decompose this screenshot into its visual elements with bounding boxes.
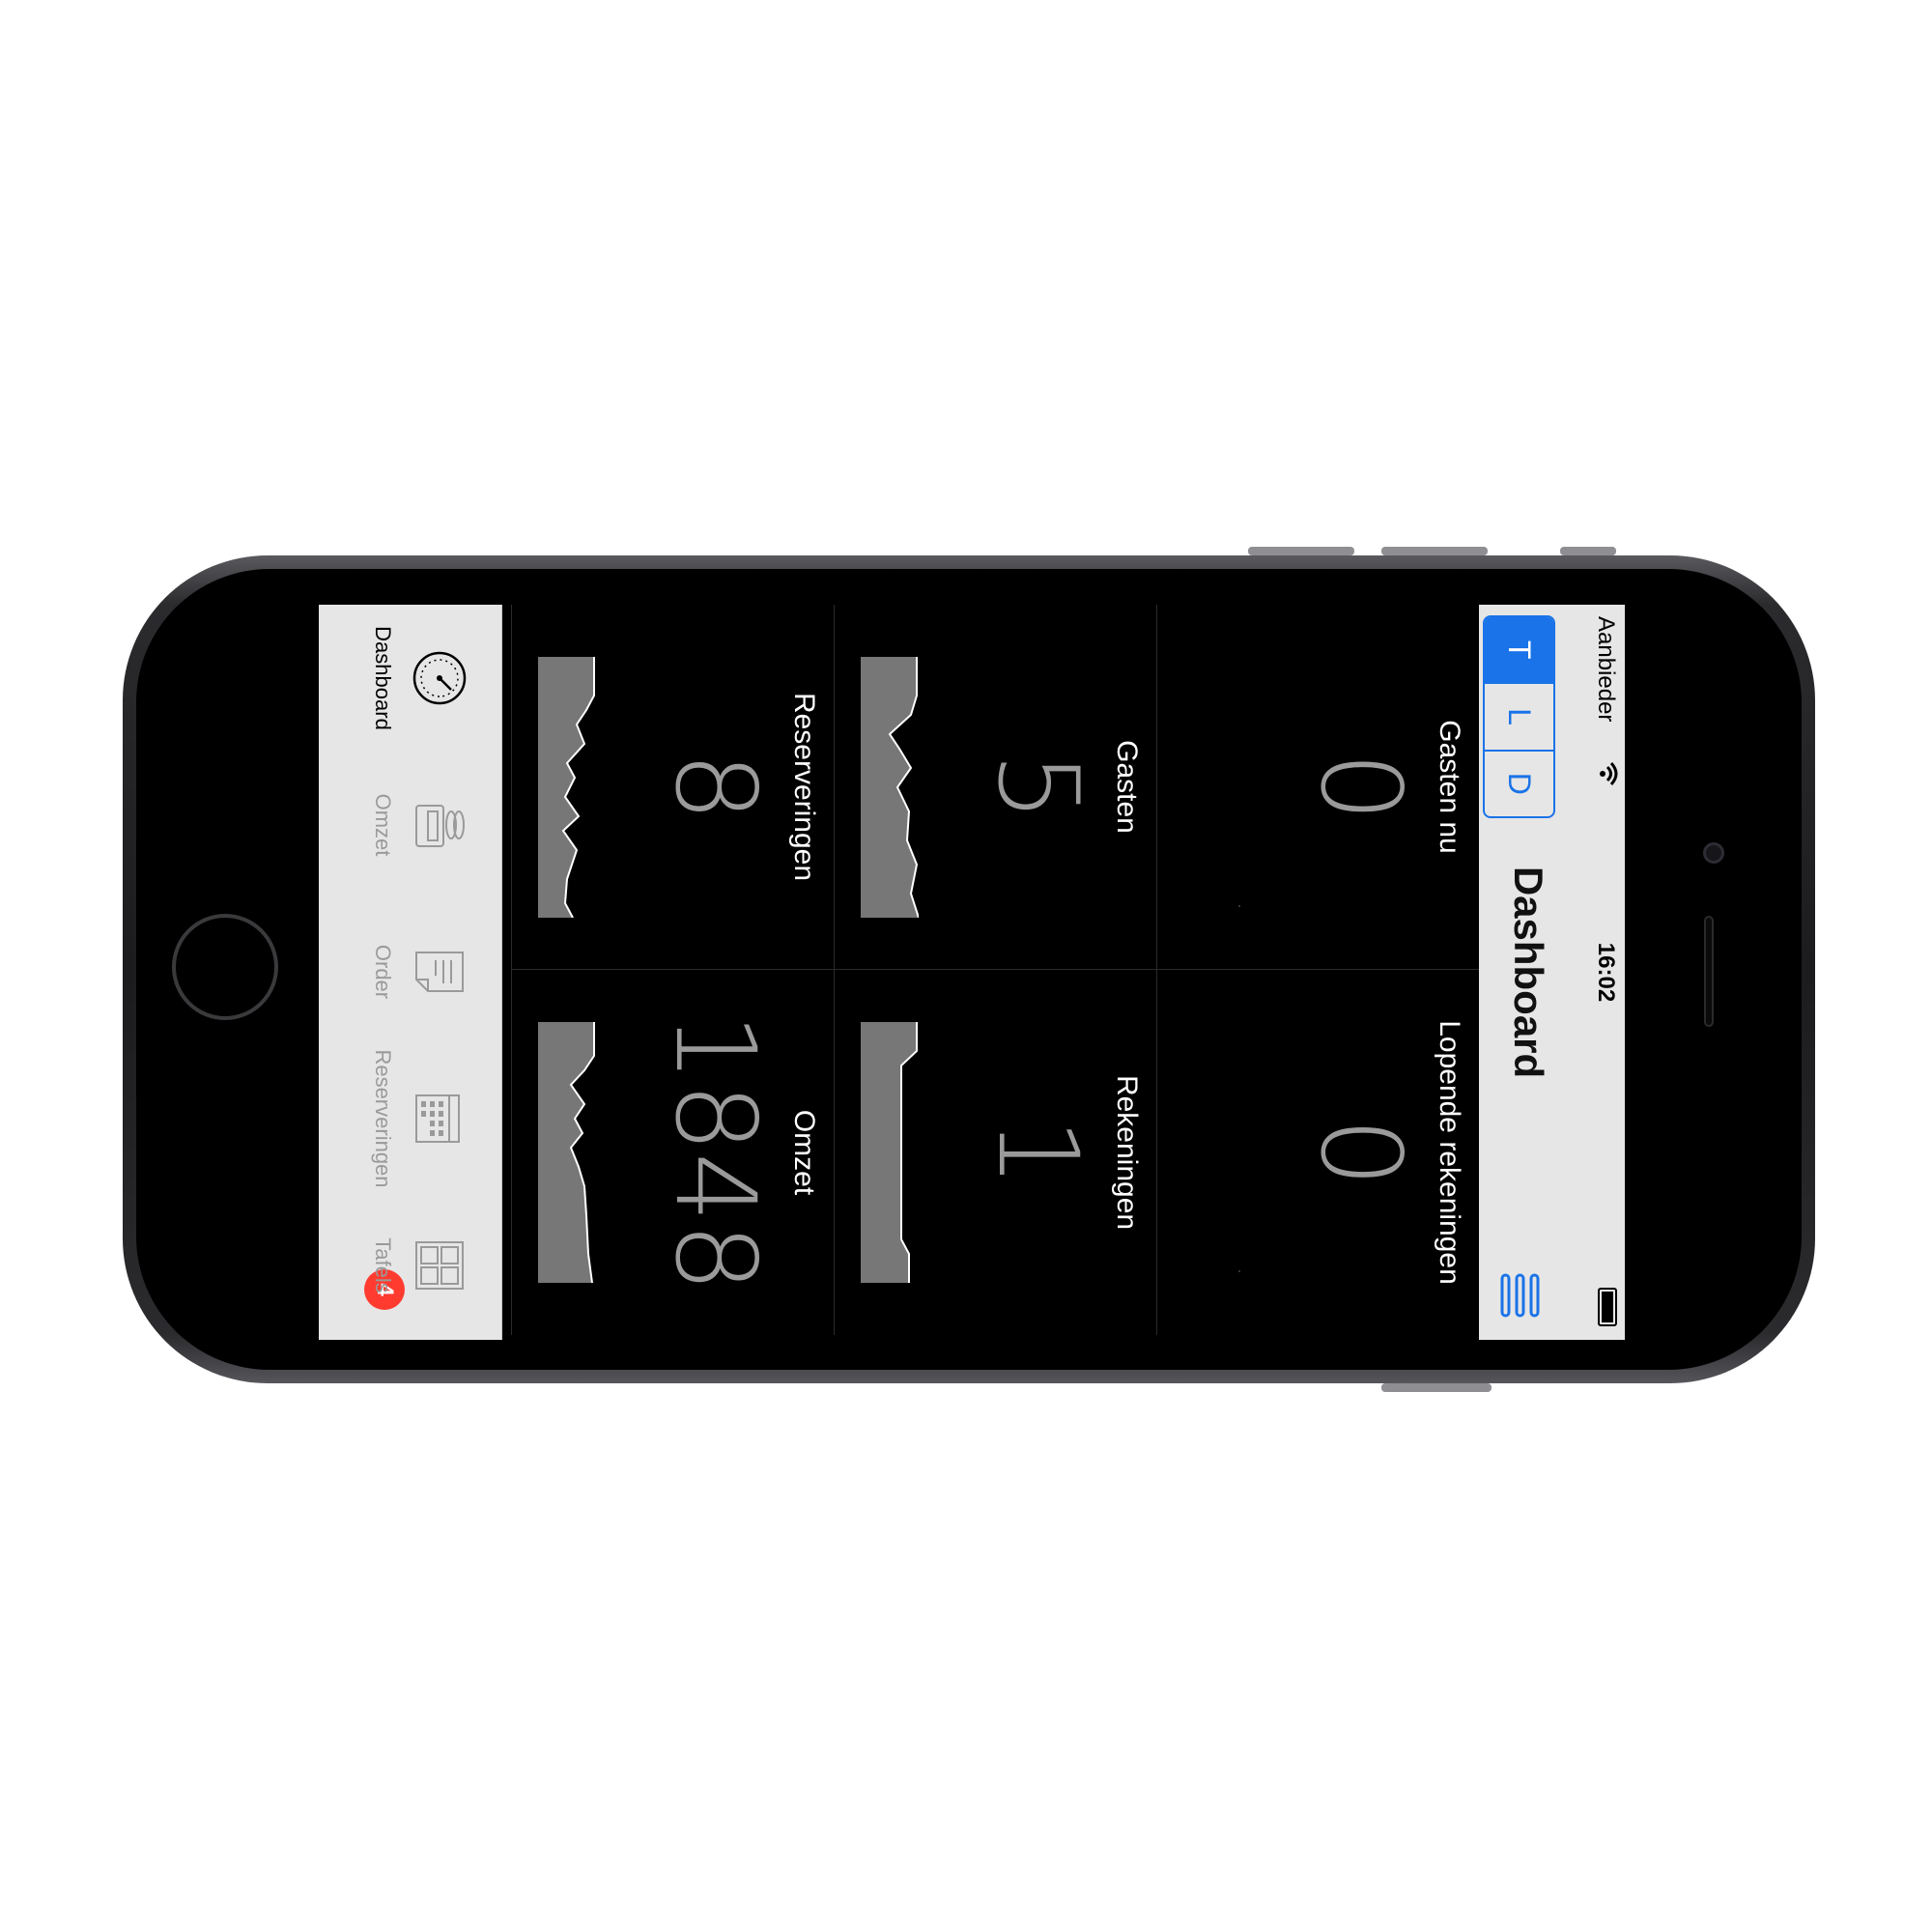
home-button[interactable] [172,914,278,1020]
tile-gasten[interactable]: Gasten 5 [834,605,1156,970]
screen-content: Aanbieder 16:02 T L D Dashboard Gasten n… [319,605,1625,1340]
sparkline [1238,1270,1240,1272]
status-time: 16:02 [1593,942,1619,1003]
sparkline [1238,905,1240,907]
tile-value: 1 [974,1117,1102,1188]
screen: Aanbieder 16:02 T L D Dashboard Gasten n… [319,605,1625,1340]
earpiece-speaker [1704,916,1714,1027]
volume-down-button [1381,547,1488,555]
tab-label: Reserveringen [371,1049,395,1188]
volume-up-button [1248,547,1354,555]
tile-label: Lopende rekeningen [1434,1020,1465,1285]
tab-reserveringen[interactable]: Reserveringen [319,1045,501,1192]
power-button [1381,1383,1492,1392]
tile-label: Gasten [1111,740,1143,834]
menu-icon[interactable] [1495,1271,1544,1320]
tab-omzet[interactable]: Omzet [319,752,501,898]
tile-value: 5 [974,752,1102,822]
tile-lopende-rekeningen[interactable]: Lopende rekeningen 0 [1156,970,1479,1335]
tab-label: Order [371,944,395,1000]
status-bar: Aanbieder 16:02 [1590,605,1625,1340]
sparkline [861,1022,918,1283]
tables-icon [415,1241,464,1290]
front-camera [1703,842,1724,864]
battery-icon [1598,1288,1617,1326]
tile-rekeningen[interactable]: Rekeningen 1 [834,970,1156,1335]
register-icon [415,805,465,847]
mute-switch [1560,547,1616,555]
navigation-bar: T L D Dashboard [1478,605,1590,1340]
tile-label: Gasten nu [1434,720,1465,854]
tab-order[interactable]: Order [319,898,501,1045]
tile-label: Rekeningen [1111,1074,1143,1231]
gauge-icon [412,651,467,705]
receipt-icon [415,952,464,992]
tile-omzet[interactable]: Omzet 1848 [511,970,834,1335]
tile-value: 0 [1296,752,1425,822]
sparkline [538,657,595,918]
tile-reserveringen[interactable]: Reserveringen 8 [511,605,834,970]
tile-label: Reserveringen [788,692,820,882]
tile-gasten-nu[interactable]: Gasten nu 0 [1156,605,1479,970]
dashboard-grid: Gasten nu 0 Lopende rekeningen 0 Gasten … [502,605,1479,1340]
tab-label: Tafels [371,1237,395,1293]
tab-tafels[interactable]: 4 Tafels [319,1192,501,1339]
tile-value: 0 [1296,1117,1425,1188]
tab-label: Dashboard [371,626,395,730]
tile-value: 1848 [651,1011,780,1293]
tab-dashboard[interactable]: Dashboard [319,605,501,752]
sparkline [538,1022,595,1283]
calendar-icon [415,1094,460,1143]
tab-label: Omzet [371,793,395,857]
tab-bar: Dashboard Omzet Order Reserveringen 4 Ta… [319,605,502,1340]
tile-label: Omzet [788,1109,820,1196]
tile-value: 8 [651,752,780,822]
sparkline [861,657,919,918]
page-title: Dashboard [1506,866,1551,1079]
